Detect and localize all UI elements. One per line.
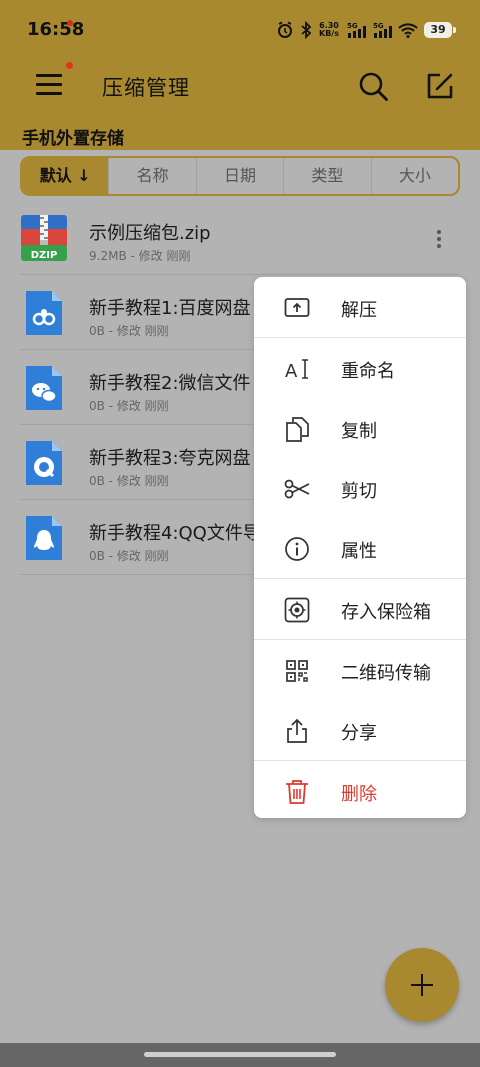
file-name: 示例压缩包.zip [89,223,211,244]
qq-doc-icon [26,516,62,560]
file-meta: 0B - 修改 刚刚 [89,399,169,413]
file-meta: 0B - 修改 刚刚 [89,549,169,563]
menu-item-label: 分享 [341,723,377,744]
storage-location-bar: 手机外置存储 [0,118,480,150]
svg-text:DZIP: DZIP [31,250,58,261]
menu-item-delete[interactable]: 删除 [254,761,466,818]
dzip-archive-icon: DZIP [21,215,67,261]
menu-item-vault[interactable]: 存入保险箱 [254,579,466,639]
add-button[interactable] [385,948,459,1022]
status-bar: 16:58 6.30 KB/s 5G 5G 39 [0,0,480,58]
file-meta: 0B - 修改 刚刚 [89,324,169,338]
home-gesture-handle[interactable] [144,1052,336,1057]
notification-dot [67,20,73,26]
edit-icon [427,73,453,99]
baidu-netdisk-doc-icon [26,291,62,335]
sort-tab-size[interactable]: 大小 [370,158,458,194]
battery-indicator: 39 [424,22,456,38]
menu-badge-dot [66,62,73,69]
info-icon [285,537,309,561]
quark-doc-icon [26,441,62,485]
file-name: 新手教程3:夸克网盘 [89,448,251,469]
extract-icon [284,298,310,317]
sort-tab-date[interactable]: 日期 [195,158,283,194]
status-time: 16:58 [27,19,85,40]
rename-icon: A [285,359,308,382]
page-title: 压缩管理 [102,76,190,100]
menu-item-copy[interactable]: 复制 [254,398,466,458]
file-meta: 0B - 修改 刚刚 [89,474,169,488]
trash-icon [286,780,308,804]
menu-item-rename[interactable]: A 重命名 [254,338,466,398]
copy-icon [286,417,309,442]
menu-item-extract[interactable]: 解压 [254,277,466,337]
bluetooth-icon [301,21,312,39]
menu-item-label: 删除 [341,784,377,805]
system-nav-bar [0,1043,480,1067]
scissors-icon [284,479,310,499]
wechat-doc-icon [26,366,62,410]
signal-icon: 5G [347,22,366,38]
signal-icon-2: 5G [373,22,392,38]
menu-item-label: 属性 [341,541,377,562]
search-button[interactable] [353,66,393,106]
wifi-icon [398,23,418,38]
sort-tab-default[interactable]: 默认 ↓ [22,158,109,194]
menu-item-share[interactable]: 分享 [254,700,466,760]
menu-item-label: 存入保险箱 [341,602,431,623]
file-meta: 9.2MB - 修改 刚刚 [89,249,191,263]
svg-text:A: A [285,361,298,382]
qr-code-icon [286,660,308,682]
sort-tab-type[interactable]: 类型 [283,158,370,194]
menu-item-label: 剪切 [341,481,377,502]
storage-label: 手机外置存储 [22,129,124,149]
menu-item-label: 重命名 [341,361,395,382]
status-icons: 6.30 KB/s 5G 5G 39 [276,18,456,42]
menu-button[interactable] [34,70,68,100]
menu-item-label: 解压 [341,300,377,321]
share-icon [287,718,307,743]
context-menu: 解压 A 重命名 复制 剪切 属性 存入保险箱 二维码传输 分享 删除 [254,277,466,818]
file-name: 新手教程1:百度网盘 [89,298,251,319]
menu-item-label: 复制 [341,421,377,442]
more-options-button[interactable] [436,230,442,250]
network-speed: 6.30 KB/s [319,21,339,38]
file-name: 新手教程2:微信文件 [89,373,251,394]
svg-text:5G: 5G [373,22,384,30]
menu-item-label: 二维码传输 [341,663,431,684]
svg-text:5G: 5G [347,22,358,30]
sort-tabs: 默认 ↓ 名称 日期 类型 大小 [20,156,460,196]
alarm-icon [278,21,292,38]
menu-item-cut[interactable]: 剪切 [254,458,466,518]
sort-tab-name[interactable]: 名称 [108,158,195,194]
menu-item-qr-transfer[interactable]: 二维码传输 [254,640,466,700]
menu-item-properties[interactable]: 属性 [254,518,466,578]
file-name: 新手教程4:QQ文件导 [89,523,261,544]
search-icon [359,72,388,101]
edit-button[interactable] [420,66,460,106]
vault-icon [284,597,310,623]
file-row[interactable]: DZIP 示例压缩包.zip 9.2MB - 修改 刚刚 [0,200,480,275]
